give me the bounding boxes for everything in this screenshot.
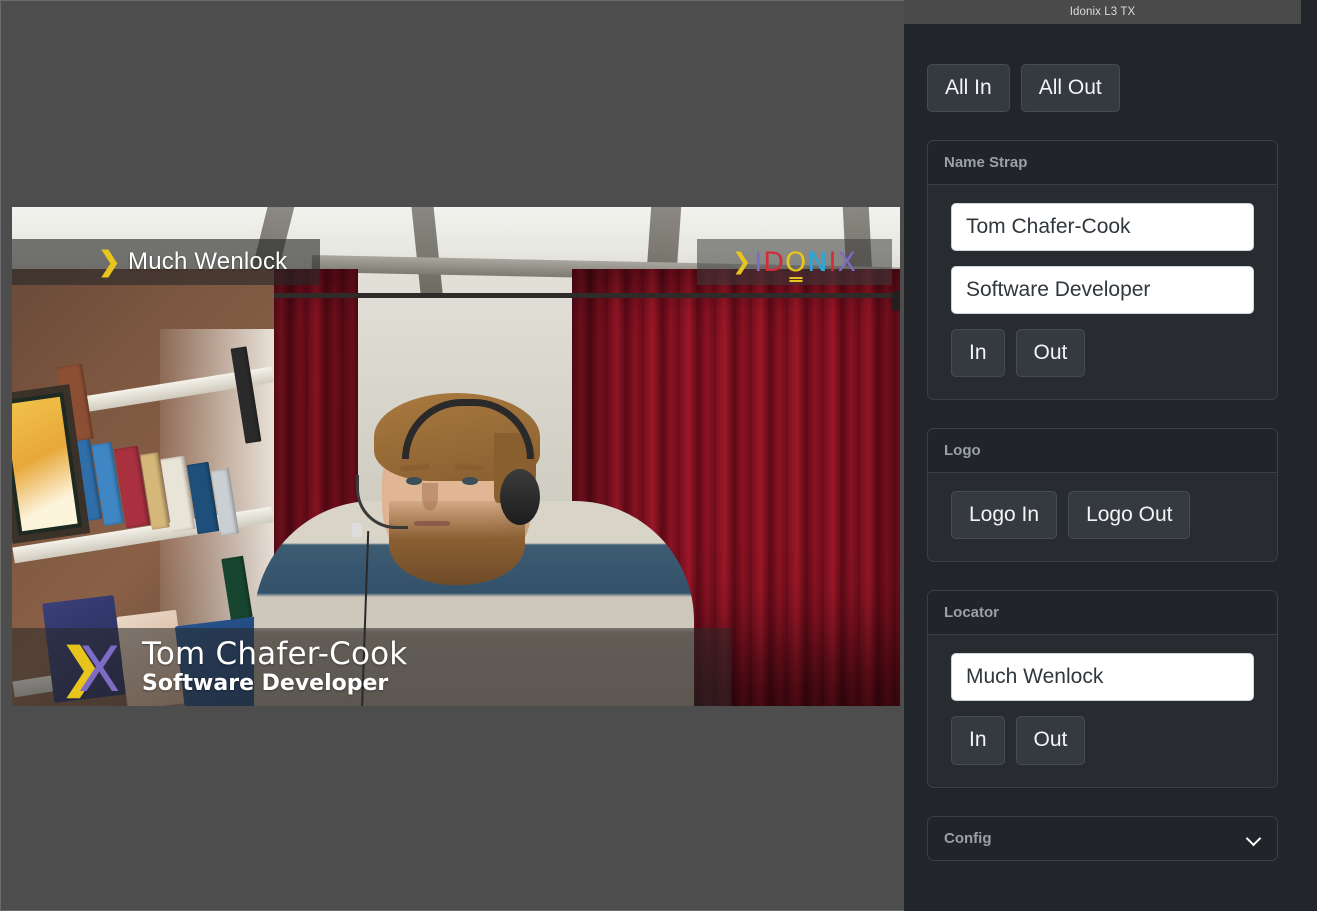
video-preview[interactable]: ❯ Much Wenlock ❯ I D O N I X ❯ X Tom Cha… bbox=[12, 207, 900, 706]
scene-person-eye bbox=[462, 477, 478, 485]
panel-logo-body: Logo In Logo Out bbox=[928, 473, 1277, 561]
scene-person-eye bbox=[406, 477, 422, 485]
logo-letter-x: X bbox=[837, 246, 857, 278]
panel-name-strap-header: Name Strap bbox=[928, 141, 1277, 186]
all-in-button[interactable]: All In bbox=[927, 64, 1010, 113]
panel-locator-body: In Out bbox=[928, 635, 1277, 786]
name-strap-role-input[interactable] bbox=[951, 266, 1254, 315]
name-strap-role: Software Developer bbox=[142, 670, 389, 696]
panel-config-header[interactable]: Config bbox=[928, 816, 1277, 860]
logo-letter-i2: I bbox=[828, 246, 838, 278]
name-strap-button-row: In Out bbox=[951, 329, 1254, 378]
control-column: Idonix L3 TX All In All Out Name Strap I… bbox=[904, 0, 1301, 911]
logo-letter-n: N bbox=[807, 246, 829, 278]
overlay-logo: ❯ I D O N I X bbox=[697, 239, 892, 285]
logo-letter-d: D bbox=[763, 246, 786, 278]
overlay-locator: ❯ Much Wenlock bbox=[12, 239, 320, 285]
name-strap-x-icon: X bbox=[78, 633, 121, 706]
scene-curtain-rod-end bbox=[892, 291, 900, 311]
control-body: All In All Out Name Strap In Out bbox=[904, 24, 1301, 911]
idonix-x-mark: ❯ X bbox=[60, 633, 138, 706]
window-title: Idonix L3 TX bbox=[1069, 6, 1136, 18]
locator-chevron-icon: ❯ bbox=[98, 246, 121, 277]
global-controls: All In All Out bbox=[927, 64, 1278, 113]
panel-logo-title: Logo bbox=[944, 442, 981, 460]
logo-out-button[interactable]: Logo Out bbox=[1068, 491, 1191, 540]
scene-person-nose bbox=[422, 483, 438, 511]
panel-config[interactable]: Config bbox=[927, 815, 1278, 861]
window-titlebar: Idonix L3 TX bbox=[904, 0, 1301, 24]
logo-letter-o-bulb: O bbox=[785, 246, 808, 283]
all-out-button[interactable]: All Out bbox=[1020, 64, 1120, 113]
application-window: ❯ Much Wenlock ❯ I D O N I X ❯ X Tom Cha… bbox=[0, 0, 1317, 911]
locator-button-row: In Out bbox=[951, 716, 1254, 765]
overlay-name-strap: ❯ X Tom Chafer-Cook Software Developer bbox=[12, 628, 731, 706]
panel-logo-header: Logo bbox=[928, 429, 1277, 474]
panel-locator-header: Locator bbox=[928, 591, 1277, 636]
locator-out-button[interactable]: Out bbox=[1015, 716, 1086, 765]
panel-name-strap-title: Name Strap bbox=[944, 154, 1028, 172]
name-strap-name-input[interactable] bbox=[951, 203, 1254, 252]
logo-chevron-icon: ❯ bbox=[732, 248, 753, 275]
panel-locator: Locator In Out bbox=[927, 590, 1278, 788]
chevron-down-icon[interactable] bbox=[1247, 831, 1261, 845]
scene-headset-mic bbox=[352, 523, 362, 537]
name-strap-in-button[interactable]: In bbox=[951, 329, 1005, 378]
scene-headset-earcup bbox=[500, 469, 540, 525]
panel-locator-title: Locator bbox=[944, 604, 1000, 622]
name-strap-name: Tom Chafer-Cook bbox=[142, 636, 408, 673]
panel-config-title: Config bbox=[944, 829, 992, 847]
logo-in-button[interactable]: Logo In bbox=[951, 491, 1058, 540]
logo-button-row: Logo In Logo Out bbox=[951, 491, 1254, 540]
idonix-logo: ❯ I D O N I X bbox=[732, 246, 857, 283]
panel-name-strap: Name Strap In Out bbox=[927, 140, 1278, 401]
panel-name-strap-body: In Out bbox=[928, 185, 1277, 399]
locator-in-button[interactable]: In bbox=[951, 716, 1005, 765]
logo-letter-o: O bbox=[785, 246, 808, 278]
logo-letter-i: I bbox=[754, 246, 764, 278]
name-strap-out-button[interactable]: Out bbox=[1015, 329, 1086, 378]
name-strap-text: Tom Chafer-Cook Software Developer bbox=[142, 638, 407, 696]
locator-location-input[interactable] bbox=[951, 653, 1254, 702]
panel-logo: Logo Logo In Logo Out bbox=[927, 428, 1278, 563]
bulb-base-icon bbox=[789, 276, 803, 283]
preview-pane: ❯ Much Wenlock ❯ I D O N I X ❯ X Tom Cha… bbox=[0, 0, 904, 911]
locator-overlay-text: Much Wenlock bbox=[128, 248, 288, 275]
scene-person-mouth bbox=[414, 521, 450, 526]
scene-curtain-rod bbox=[270, 293, 900, 298]
